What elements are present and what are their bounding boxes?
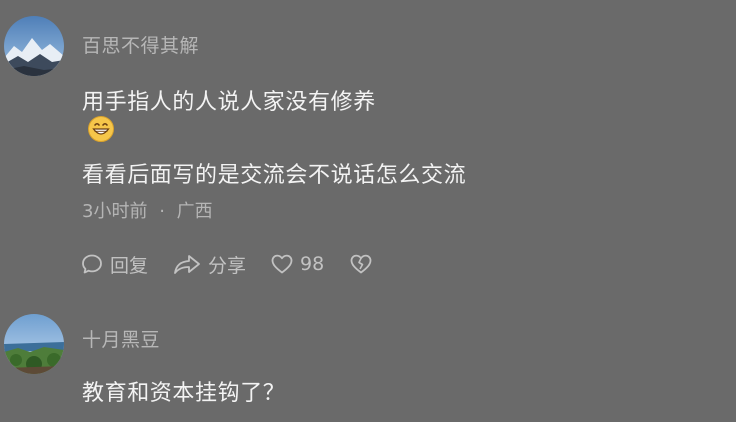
dislike-button[interactable] xyxy=(348,252,374,276)
comment-text: 用手指人的人说人家没有修养 xyxy=(82,90,376,115)
comment-actions: 回复 分享 98 xyxy=(80,249,374,279)
comment-text: 看看后面写的是交流会不说话怎么交流 xyxy=(82,163,467,188)
avatar[interactable] xyxy=(4,314,64,374)
comment-meta: 3小时前 · 广西 xyxy=(82,197,213,223)
username[interactable]: 十月黑豆 xyxy=(82,325,160,352)
avatar[interactable] xyxy=(4,16,64,76)
comment-item: 百思不得其解 用手指人的人说人家没有修养 看看后面写的是交流会不说话怎么交流 3… xyxy=(0,0,736,300)
like-count: 98 xyxy=(300,253,325,275)
share-button[interactable]: 分享 xyxy=(172,251,246,278)
speech-bubble-icon xyxy=(82,254,102,274)
reply-label: 回复 xyxy=(110,254,149,277)
avatar-image xyxy=(4,314,64,374)
reply-button[interactable]: 回复 xyxy=(80,251,148,278)
separator: · xyxy=(159,201,165,222)
location: 广西 xyxy=(176,201,213,222)
username[interactable]: 百思不得其解 xyxy=(82,31,199,58)
timestamp: 3小时前 xyxy=(82,201,148,222)
heart-icon xyxy=(271,254,293,274)
comment-item: 十月黑豆 教育和资本挂钩了？ xyxy=(0,300,736,422)
avatar-image xyxy=(4,16,64,76)
grinning-face-icon xyxy=(87,115,115,143)
like-button[interactable]: 98 xyxy=(270,252,324,276)
broken-heart-icon xyxy=(350,254,372,274)
comment-text: 教育和资本挂钩了？ xyxy=(82,381,286,406)
share-arrow-icon xyxy=(174,255,200,274)
share-label: 分享 xyxy=(208,254,247,277)
